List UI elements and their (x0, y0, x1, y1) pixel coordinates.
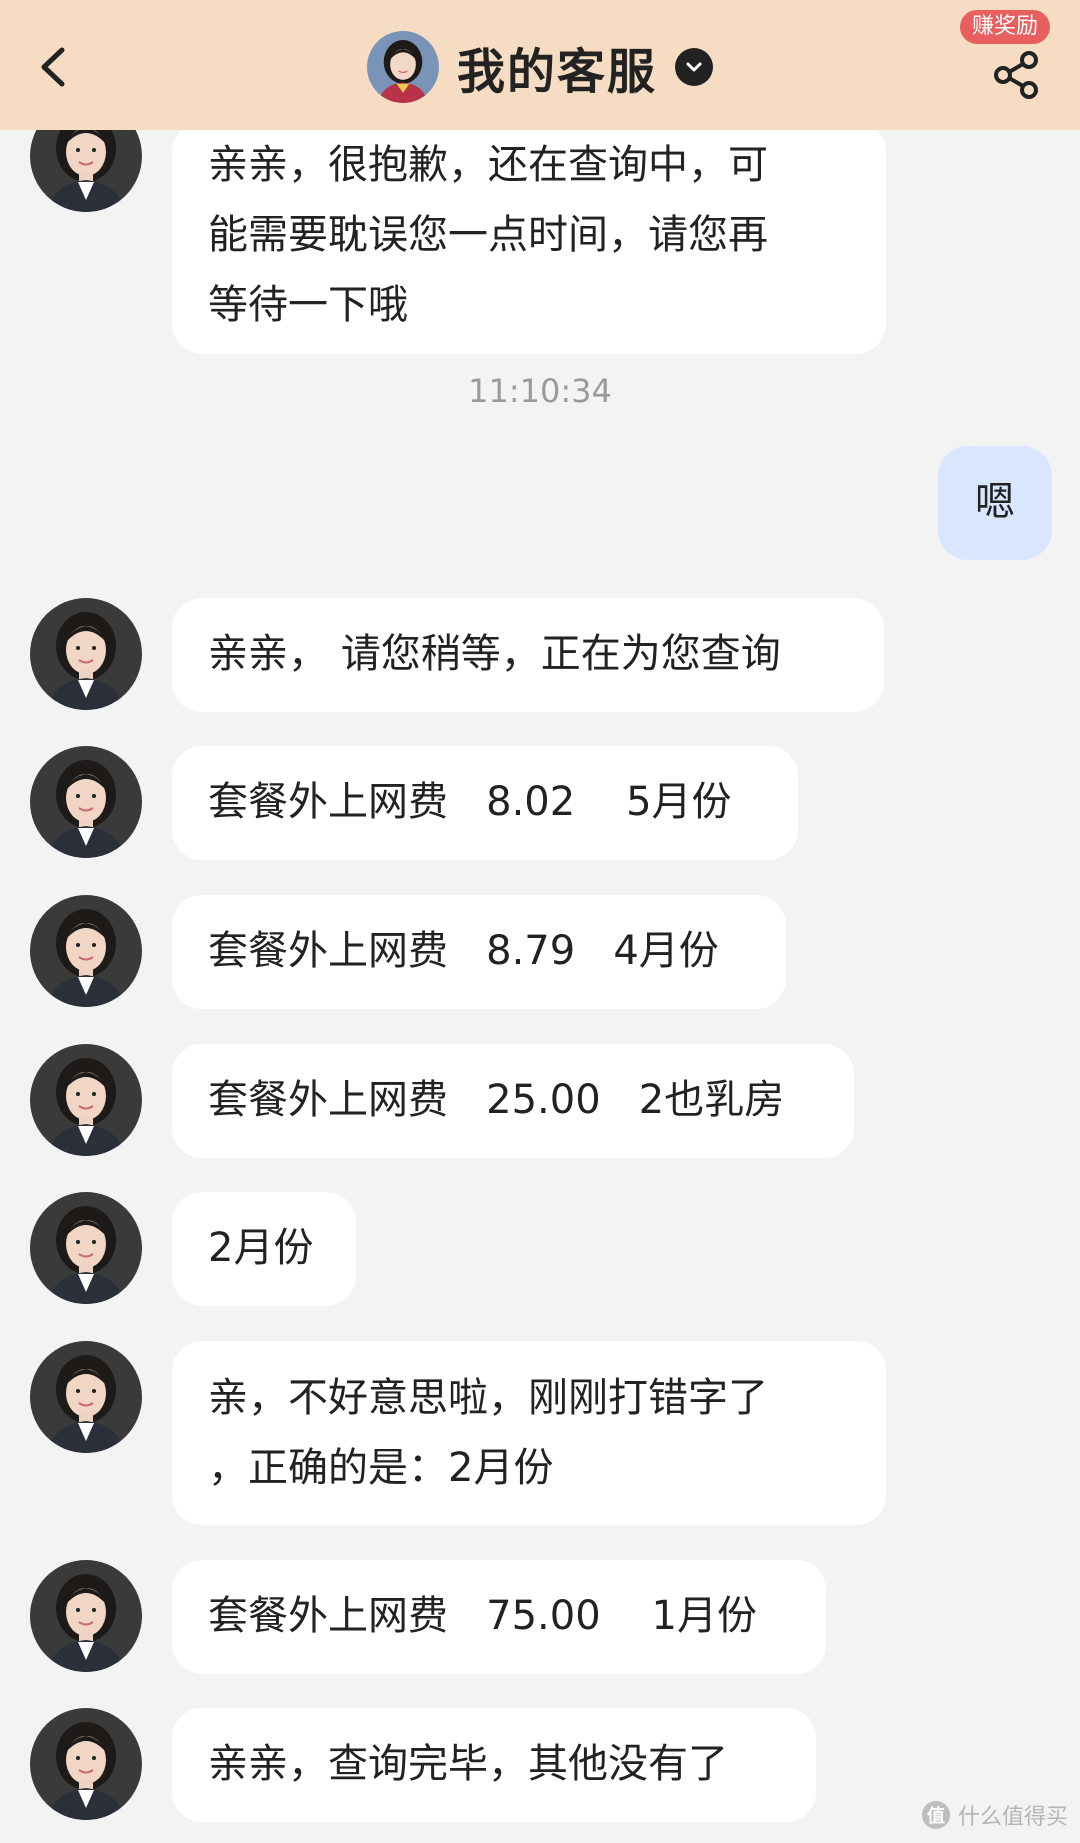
watermark: 值 什么值得买 (921, 1799, 1068, 1831)
chat-area[interactable]: 亲亲，很抱歉，还在查询中，可 能需要耽误您一点时间，请您再 等待一下哦 11:1… (0, 0, 1080, 1843)
agent-avatar[interactable] (30, 746, 142, 858)
agent-avatar[interactable] (30, 598, 142, 710)
chevron-down-circle-icon[interactable] (675, 48, 713, 86)
agent-message-bubble: 套餐外上网费 25.00 2也乳房 (172, 1044, 854, 1158)
reward-badge[interactable]: 赚奖励 (959, 10, 1050, 44)
agent-message-bubble: 亲亲， 请您稍等，正在为您查询 (172, 598, 884, 712)
agent-avatar[interactable] (30, 895, 142, 1007)
agent-message-bubble: 亲亲，很抱歉，还在查询中，可 能需要耽误您一点时间，请您再 等待一下哦 (172, 122, 886, 354)
page-title: 我的客服 (456, 44, 657, 100)
chat-title-area[interactable]: 我的客服 (0, 30, 1080, 104)
top-bar: 我的客服 赚奖励 (0, 0, 1080, 130)
share-icon (994, 51, 1038, 99)
watermark-logo-icon: 值 (921, 1801, 950, 1829)
user-message-bubble: 嗯 (938, 446, 1052, 560)
message-timestamp: 11:10:34 (468, 372, 612, 410)
agent-avatar[interactable] (30, 1708, 142, 1820)
agent-message-bubble: 套餐外上网费 8.02 5月份 (172, 746, 798, 860)
agent-message-bubble: 2月份 (172, 1192, 356, 1306)
agent-avatar[interactable] (30, 1341, 142, 1453)
agent-message-bubble: 亲亲，查询完毕，其他没有了 (172, 1708, 816, 1822)
watermark-text: 什么值得买 (957, 1805, 1068, 1830)
agent-avatar[interactable] (30, 1192, 142, 1304)
agent-message-bubble: 套餐外上网费 75.00 1月份 (172, 1560, 826, 1674)
share-button[interactable] (992, 50, 1042, 100)
agent-message-bubble: 套餐外上网费 8.79 4月份 (172, 895, 786, 1009)
service-avatar (366, 31, 439, 103)
agent-message-bubble: 亲，不好意思啦，刚刚打错字了 ，正确的是：2月份 (172, 1341, 886, 1525)
agent-avatar[interactable] (30, 1044, 142, 1156)
agent-avatar[interactable] (30, 1560, 142, 1672)
